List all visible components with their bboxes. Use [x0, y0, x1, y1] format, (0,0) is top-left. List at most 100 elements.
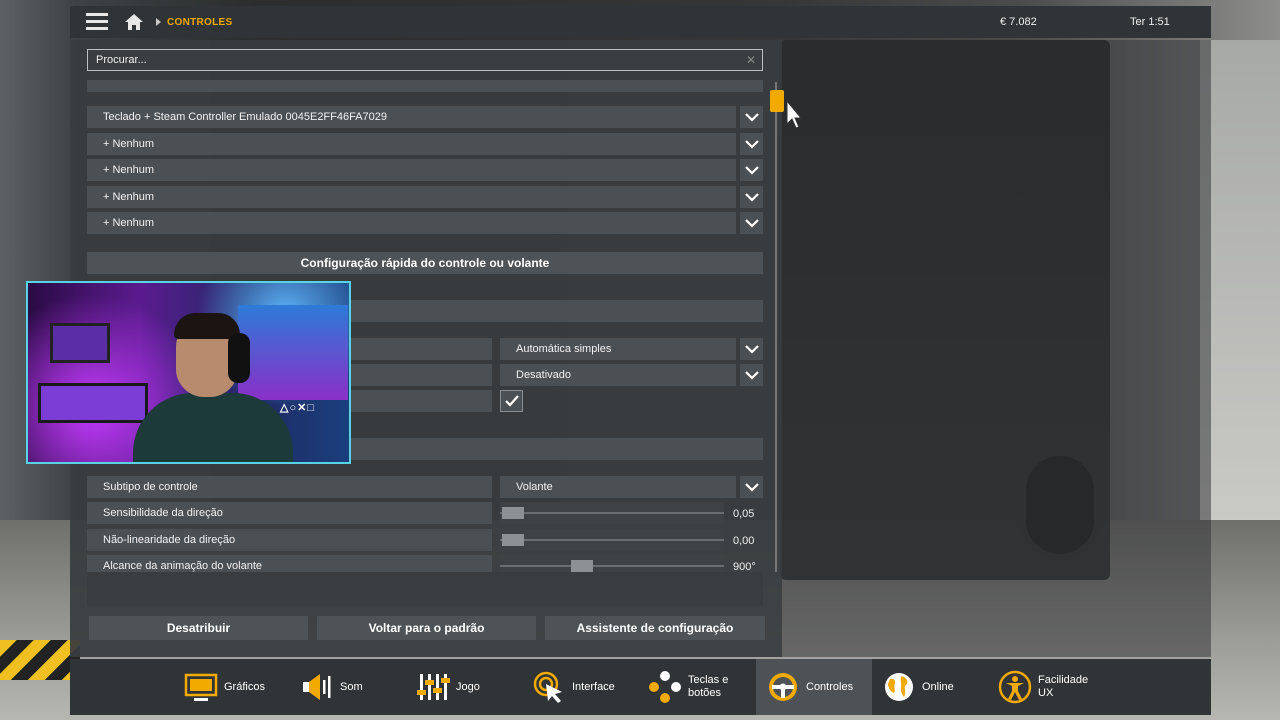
chevron-down-icon: [744, 344, 759, 354]
nav-interface[interactable]: Interface: [522, 659, 638, 715]
setting-dropdown-2-arrow[interactable]: [740, 364, 763, 386]
home-icon[interactable]: [124, 13, 144, 31]
device-slot-5-dropdown[interactable]: [740, 212, 763, 234]
setting-value: Automática simples: [516, 343, 612, 355]
slider-knob[interactable]: [502, 534, 524, 546]
subtype-label-row: Subtipo de controle: [87, 476, 492, 498]
nav-ux-accessibility[interactable]: Facilidade UX: [988, 659, 1106, 715]
webcam-overlay: △○✕□: [26, 281, 351, 464]
device-slot-2-dropdown[interactable]: [740, 133, 763, 155]
checkmark-icon: [504, 395, 519, 407]
nav-keys-buttons[interactable]: Teclas e botões: [638, 659, 756, 715]
nav-label: Interface: [572, 680, 615, 693]
chevron-down-icon: [744, 218, 759, 228]
breadcrumb[interactable]: CONTROLES: [167, 17, 232, 28]
setting-checkbox[interactable]: [500, 390, 523, 412]
nav-game[interactable]: Jogo: [406, 659, 522, 715]
game-clock: Ter 1:51: [1130, 16, 1170, 28]
device-slot-1-dropdown[interactable]: [740, 106, 763, 128]
webcam-headset: [228, 333, 250, 383]
nav-controls[interactable]: Controles: [756, 659, 872, 715]
scrollbar-thumb[interactable]: [770, 90, 784, 112]
setting-dropdown-1[interactable]: Automática simples: [500, 338, 736, 360]
background-wall: [1200, 40, 1280, 520]
device-slot-3[interactable]: + Nenhum: [87, 159, 736, 181]
scrolled-section-header: [87, 80, 763, 92]
wheel-animation-range-slider[interactable]: [500, 555, 724, 572]
background-hazard-stripe: [0, 640, 80, 680]
nav-label: Gráficos: [224, 680, 265, 693]
steering-wheel-icon: [769, 673, 797, 701]
device-slot-label: + Nenhum: [103, 138, 155, 150]
webcam-background-screen: [238, 305, 348, 400]
webcam-person-body: [133, 393, 293, 462]
sliders-icon: [417, 674, 450, 700]
breadcrumb-arrow-icon: [156, 18, 161, 26]
device-slot-label: + Nenhum: [103, 164, 155, 176]
steering-sensitivity-slider[interactable]: [500, 502, 724, 524]
quick-setup-button[interactable]: Configuração rápida do controle ou volan…: [87, 252, 763, 274]
top-bar: CONTROLES € 7.082 Ter 1:51: [70, 6, 1211, 38]
clipped-row-container: Alcance da animação do volante 900°: [87, 555, 763, 572]
device-slot-5[interactable]: + Nenhum: [87, 212, 736, 234]
reset-default-button[interactable]: Voltar para o padrão: [317, 616, 536, 640]
nav-label: Facilidade UX: [1038, 674, 1089, 699]
setup-wizard-button[interactable]: Assistente de configuração: [545, 616, 765, 640]
device-slot-1[interactable]: Teclado + Steam Controller Emulado 0045E…: [87, 106, 736, 128]
subtype-dropdown-arrow[interactable]: [740, 476, 763, 498]
device-slot-4[interactable]: + Nenhum: [87, 186, 736, 208]
device-slot-4-dropdown[interactable]: [740, 186, 763, 208]
wheel-animation-range-row: Alcance da animação do volante: [87, 555, 492, 572]
slider-label: Alcance da animação do volante: [103, 560, 262, 572]
money-balance: € 7.082: [1000, 16, 1037, 28]
nav-label: Online: [922, 680, 954, 693]
slider-knob[interactable]: [502, 507, 524, 519]
chevron-down-icon: [744, 192, 759, 202]
hamburger-menu-icon[interactable]: [86, 13, 108, 31]
nav-label: Teclas e botões: [688, 674, 729, 699]
subtype-dropdown[interactable]: Volante: [500, 476, 736, 498]
slider-knob[interactable]: [571, 560, 594, 572]
scrollbar-track[interactable]: [775, 82, 777, 572]
chevron-down-icon: [744, 482, 759, 492]
search-input[interactable]: Procurar... ✕: [87, 49, 763, 71]
slider-value: 0,00: [733, 535, 755, 547]
device-slot-label: + Nenhum: [103, 191, 155, 203]
monitor-icon: [184, 673, 218, 701]
gamepad-icon: [649, 671, 681, 703]
steering-sensitivity-row: Sensibilidade da direção: [87, 502, 492, 524]
setting-dropdown-1-arrow[interactable]: [740, 338, 763, 360]
chevron-down-icon: [744, 165, 759, 175]
slider-label: Sensibilidade da direção: [103, 507, 223, 519]
device-slot-3-dropdown[interactable]: [740, 159, 763, 181]
nav-label: Jogo: [456, 680, 480, 693]
unassign-button[interactable]: Desatribuir: [89, 616, 308, 640]
steering-nonlinearity-row: Não-linearidade da direção: [87, 529, 492, 551]
nav-online[interactable]: Online: [872, 659, 988, 715]
chevron-down-icon: [744, 112, 759, 122]
speaker-icon: [303, 674, 331, 700]
globe-icon: [885, 673, 913, 701]
chevron-down-icon: [744, 370, 759, 380]
device-slot-label: Teclado + Steam Controller Emulado 0045E…: [103, 111, 388, 123]
subtype-label: Subtipo de controle: [103, 481, 198, 493]
list-bottom-edge: [87, 572, 763, 606]
cursor-icon: [533, 671, 562, 703]
webcam-background-monitor: [50, 323, 110, 363]
slider-value: 0,05: [733, 508, 755, 520]
device-slot-2[interactable]: + Nenhum: [87, 133, 736, 155]
slider-value: 900°: [733, 561, 756, 572]
chevron-down-icon: [744, 139, 759, 149]
webcam-logo: △○✕□: [280, 402, 315, 414]
nav-label: Controles: [806, 680, 854, 693]
nav-sound[interactable]: Som: [290, 659, 406, 715]
device-slot-label: + Nenhum: [103, 217, 155, 229]
nav-graphics[interactable]: Gráficos: [174, 659, 290, 715]
nav-label: Som: [340, 680, 363, 693]
clear-search-icon[interactable]: ✕: [746, 53, 756, 67]
setting-value: Desativado: [516, 369, 572, 381]
webcam-background-monitors: [38, 383, 148, 423]
mouse-cursor-icon: [786, 100, 802, 129]
setting-dropdown-2[interactable]: Desativado: [500, 364, 736, 386]
steering-nonlinearity-slider[interactable]: [500, 529, 724, 551]
